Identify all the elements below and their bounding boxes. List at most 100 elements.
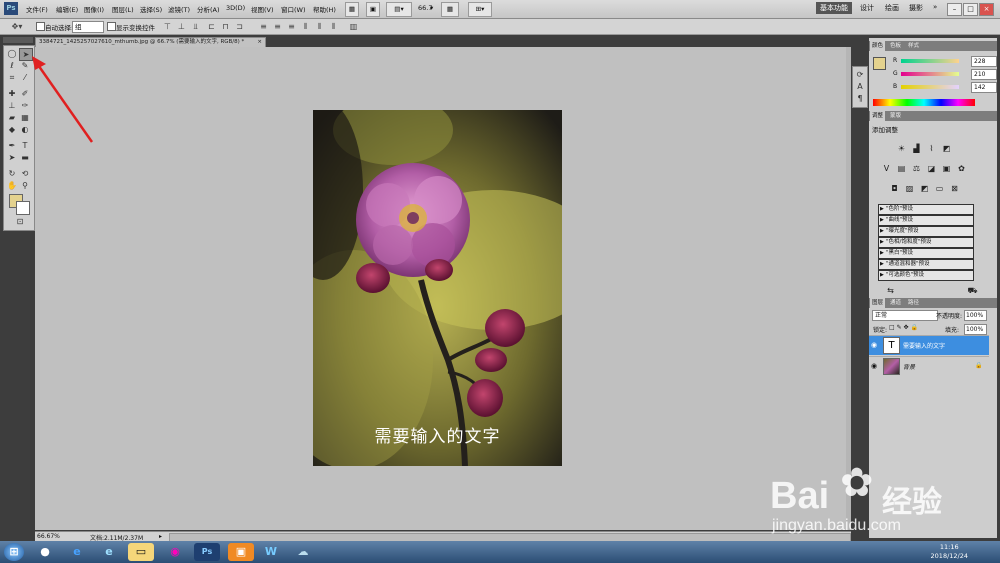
pen-tool-icon[interactable]: ✒ <box>6 140 18 151</box>
history-panel-icon[interactable]: ⟳ <box>854 69 866 80</box>
posterize-adjust-icon[interactable]: ▨ <box>904 184 915 194</box>
exposure-adjust-icon[interactable]: ◩ <box>941 144 952 154</box>
distribute-vcenter-icon[interactable]: ≡ <box>272 21 283 32</box>
color-spectrum-bar[interactable] <box>873 99 975 106</box>
path-select-tool-icon[interactable]: ➤ <box>6 152 18 163</box>
curves-adjust-icon[interactable]: ⌇ <box>926 144 937 154</box>
tab-color[interactable]: 颜色 <box>870 41 886 51</box>
tab-channels[interactable]: 通道 <box>888 298 903 308</box>
preset-black-white[interactable]: "黑白"预设 <box>878 248 974 259</box>
close-tab-icon[interactable]: × <box>257 38 262 47</box>
workspace-painting[interactable]: 绘画 <box>885 3 899 13</box>
threshold-adjust-icon[interactable]: ◩ <box>919 184 930 194</box>
menu-file[interactable]: 文件(F) <box>26 4 48 14</box>
toolbox-collapse-bar[interactable] <box>3 37 33 43</box>
auto-select-checkbox[interactable] <box>36 22 45 31</box>
chevron-down-icon[interactable]: ▾ <box>430 4 433 12</box>
align-left-icon[interactable]: ⊏ <box>206 21 217 32</box>
document-image[interactable]: 需要输入的文字 <box>313 110 562 466</box>
view-extras-button[interactable]: ▤▾ <box>386 2 412 17</box>
image-text-layer[interactable]: 需要输入的文字 <box>313 422 562 447</box>
brightness-adjust-icon[interactable]: ☀ <box>896 144 907 154</box>
menu-select[interactable]: 选择(S) <box>140 4 162 14</box>
cloud-icon[interactable]: ☁ <box>290 543 316 561</box>
distribute-top-icon[interactable]: ≡ <box>258 21 269 32</box>
word-icon[interactable]: W <box>258 543 284 561</box>
align-bottom-icon[interactable]: ⫫ <box>190 21 201 32</box>
photo-filter-adjust-icon[interactable]: ▣ <box>941 164 952 174</box>
preset-hue-saturation[interactable]: "色相/饱和度"预设 <box>878 237 974 248</box>
menu-window[interactable]: 窗口(W) <box>281 4 306 14</box>
tab-masks[interactable]: 蒙版 <box>888 111 903 121</box>
green-value-field[interactable]: 210 <box>971 69 997 80</box>
crop-tool-icon[interactable]: ⌗ <box>6 72 18 83</box>
color-balance-adjust-icon[interactable]: ⚖ <box>911 164 922 174</box>
channel-mixer-adjust-icon[interactable]: ✿ <box>956 164 967 174</box>
blue-value-field[interactable]: 142 <box>971 82 997 93</box>
chrome-icon[interactable]: ◉ <box>162 543 188 561</box>
tab-paths[interactable]: 路径 <box>906 298 921 308</box>
clone-stamp-tool-icon[interactable]: ⊥ <box>6 100 18 111</box>
black-white-adjust-icon[interactable]: ◪ <box>926 164 937 174</box>
marquee-tool-icon[interactable]: ◯ <box>6 48 18 59</box>
tab-adjustments[interactable]: 调整 <box>870 111 886 121</box>
blur-tool-icon[interactable]: ◆ <box>6 124 18 135</box>
tab-styles[interactable]: 样式 <box>906 41 921 51</box>
workspace-more-icon[interactable]: » <box>933 3 937 11</box>
align-hcenter-icon[interactable]: ⊓ <box>220 21 231 32</box>
screen-mode-button[interactable]: ⊞▾ <box>468 2 492 17</box>
clip-adjust-icon[interactable]: ⇆ <box>885 286 896 296</box>
document-tab[interactable]: 3384721_1425257027610_mthumb.jpg @ 66.7%… <box>35 37 266 47</box>
preset-selective-color[interactable]: "可选颜色"预设 <box>878 270 974 281</box>
quick-mask-icon[interactable]: ⊡ <box>13 216 27 227</box>
lasso-tool-icon[interactable]: ℓ <box>6 60 18 71</box>
browser-icon[interactable]: e <box>96 543 122 561</box>
preset-levels[interactable]: "色阶"预设 <box>878 204 974 215</box>
menu-image[interactable]: 图像(I) <box>84 4 104 14</box>
auto-select-dropdown[interactable]: 组 <box>72 21 104 33</box>
align-right-icon[interactable]: ⊐ <box>234 21 245 32</box>
align-vcenter-icon[interactable]: ⊥ <box>176 21 187 32</box>
eraser-tool-icon[interactable]: ▰ <box>6 112 18 123</box>
media-icon[interactable]: ● <box>32 543 58 561</box>
panel-options-icon[interactable]: ⛟ <box>967 286 978 296</box>
menu-analysis[interactable]: 分析(A) <box>197 4 220 14</box>
eye-icon[interactable]: ◉ <box>871 341 877 349</box>
auto-align-icon[interactable]: ▥ <box>348 21 359 32</box>
3d-orbit-tool-icon[interactable]: ⟲ <box>19 168 31 179</box>
show-transform-checkbox[interactable] <box>107 22 116 31</box>
3d-rotate-tool-icon[interactable]: ↻ <box>6 168 18 179</box>
preset-curves[interactable]: "曲线"预设 <box>878 215 974 226</box>
folder-icon[interactable]: ▭ <box>128 543 154 561</box>
menu-filter[interactable]: 滤镜(T) <box>168 4 190 14</box>
distribute-left-icon[interactable]: ⦀ <box>300 21 311 32</box>
hue-sat-adjust-icon[interactable]: ▤ <box>896 164 907 174</box>
distribute-hcenter-icon[interactable]: ⦀ <box>314 21 325 32</box>
workspace-essentials[interactable]: 基本功能 <box>816 2 852 14</box>
blue-slider[interactable] <box>901 85 959 89</box>
layer-row-background[interactable]: ◉ 背景 🔒 <box>869 356 989 376</box>
minimize-button[interactable]: – <box>947 3 962 16</box>
menu-help[interactable]: 帮助(H) <box>313 4 336 14</box>
opacity-field[interactable]: 100% <box>964 310 987 321</box>
gradient-map-adjust-icon[interactable]: ▭ <box>934 184 945 194</box>
arrange-docs-button[interactable]: ▦ <box>441 2 459 17</box>
align-top-icon[interactable]: ⊤ <box>162 21 173 32</box>
menu-view[interactable]: 视图(V) <box>251 4 274 14</box>
red-slider[interactable] <box>901 59 959 63</box>
bridge-button[interactable]: ▦ <box>345 2 359 17</box>
healing-brush-tool-icon[interactable]: ✚ <box>6 88 18 99</box>
tab-swatches[interactable]: 色板 <box>888 41 903 51</box>
background-color-swatch[interactable] <box>16 201 30 215</box>
zoom-tool-icon[interactable]: ⚲ <box>19 180 31 191</box>
blend-mode-dropdown[interactable]: 正常 <box>872 310 938 321</box>
shape-tool-icon[interactable]: ▬ <box>19 152 31 163</box>
fill-field[interactable]: 100% <box>964 324 987 335</box>
maximize-button[interactable]: □ <box>963 3 978 16</box>
eye-icon[interactable]: ◉ <box>871 362 877 370</box>
workspace-design[interactable]: 设计 <box>860 3 874 13</box>
system-clock[interactable]: 11:16 2018/12/24 <box>931 543 968 561</box>
selective-color-adjust-icon[interactable]: ⊠ <box>949 184 960 194</box>
layer-row-text[interactable]: ◉ T 需要输入的文字 <box>869 335 989 355</box>
menu-edit[interactable]: 编辑(E) <box>56 4 78 14</box>
